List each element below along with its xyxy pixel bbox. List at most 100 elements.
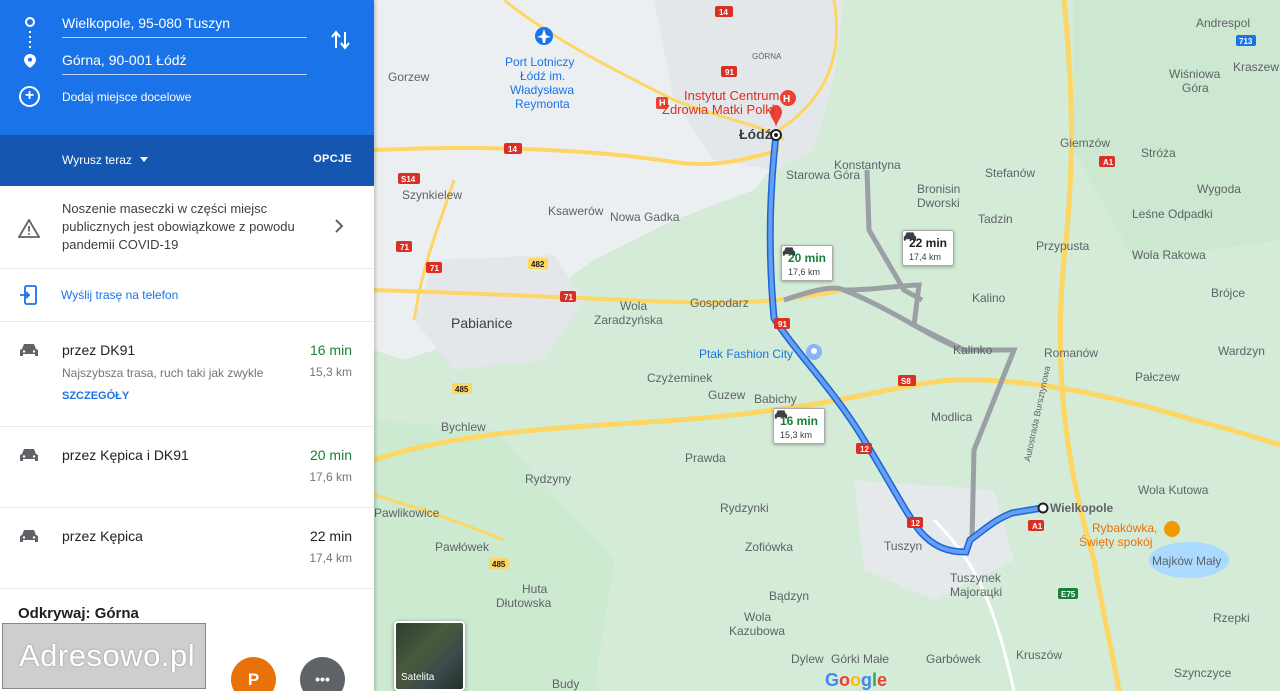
shopping-pin-dot	[811, 348, 817, 354]
place-label: Bychlew	[441, 420, 486, 434]
route-callout[interactable]: 22 min 17,4 km	[902, 230, 955, 266]
airport-label[interactable]: Władysława	[510, 83, 574, 97]
restaurant-icon[interactable]	[1164, 521, 1180, 537]
place-label: Kazubowa	[729, 624, 785, 638]
airport-label[interactable]: Łódź im.	[520, 69, 565, 83]
origin-input[interactable]: Wielkopole, 95-080 Tuszyn	[62, 12, 307, 38]
route-name: przez Kępica i DK91	[62, 447, 189, 463]
place-label: Stefanów	[985, 166, 1035, 180]
place-label: Kraszew	[1233, 60, 1279, 74]
explore-title: Odkrywaj: Górna	[18, 605, 139, 622]
place-label: Tadzin	[978, 212, 1013, 226]
logo-letter: G	[825, 670, 840, 690]
place-label: Kalinko	[953, 343, 993, 357]
road-number: 482	[531, 260, 545, 269]
road-number: 91	[778, 320, 787, 329]
place-label: Kruszów	[1016, 648, 1062, 662]
place-label: Wola Kutowa	[1138, 483, 1209, 497]
airport-label[interactable]: Reymonta	[515, 97, 570, 111]
route-name: przez DK91	[62, 342, 136, 358]
logo-letter: g	[861, 670, 873, 690]
place-label: Łódź	[739, 126, 772, 142]
route-callout[interactable]: 16 min 15,3 km	[773, 408, 826, 444]
watermark-text: Adresowo.pl	[19, 638, 196, 673]
place-label: Bronisin	[917, 182, 960, 196]
route-option[interactable]: przez DK91 16 min 15,3 km Najszybsza tra…	[0, 322, 374, 427]
road-number: 12	[911, 519, 920, 528]
road-number: A1	[1032, 522, 1043, 531]
warning-icon	[18, 219, 40, 238]
restaurant-label[interactable]: Rybakówka,	[1092, 521, 1157, 535]
route-option[interactable]: przez Kępica i DK91 20 min 17,6 km	[0, 427, 374, 508]
destination-input[interactable]: Górna, 90-001 Łódź	[62, 49, 307, 75]
district-label: GÓRNA	[752, 52, 782, 61]
place-label: Brójce	[1211, 286, 1245, 300]
more-button[interactable]: •••	[300, 657, 345, 691]
watermark: Adresowo.pl	[2, 623, 206, 689]
road-number: S8	[901, 377, 911, 386]
route-distance: 15,3 km	[309, 365, 352, 379]
destination-pin-icon	[24, 54, 36, 68]
directions-panel: Wielkopole, 95-080 Tuszyn Górna, 90-001 …	[0, 0, 374, 691]
place-label: Tuszyn	[884, 539, 922, 553]
place-label: Wola	[620, 299, 647, 313]
place-label: Andrespol	[1196, 16, 1250, 30]
route-details-link[interactable]: SZCZEGÓŁY	[62, 390, 129, 402]
route-option[interactable]: przez Kępica 22 min 17,4 km	[0, 508, 374, 589]
logo-letter: e	[877, 670, 888, 690]
road-number: 485	[455, 385, 469, 394]
route-callout[interactable]: 20 min 17,6 km	[781, 245, 834, 281]
place-label: Nowa Gadka	[610, 210, 680, 224]
map-canvas[interactable]: H H 14 91 14 S14 71 71 482 71 91 485 S8 …	[374, 0, 1280, 691]
road-number: 71	[400, 243, 409, 252]
depart-options-bar: Wyrusz teraz OPCJE	[0, 135, 374, 186]
place-label: Wardzyn	[1218, 344, 1265, 358]
place-label: Górki Małe	[831, 652, 889, 666]
route-name: przez Kępica	[62, 528, 143, 544]
add-destination-icon[interactable]: +	[19, 86, 40, 107]
place-label: Romanów	[1044, 346, 1098, 360]
place-label: Przypusta	[1036, 239, 1090, 253]
parking-button[interactable]: P	[231, 657, 276, 691]
car-icon	[903, 232, 917, 241]
route-distance: 17,4 km	[309, 551, 352, 565]
road-number: 485	[492, 560, 506, 569]
swap-directions-icon[interactable]	[330, 28, 352, 52]
shopping-label[interactable]: Ptak Fashion City	[699, 347, 793, 361]
place-label: Budy	[552, 677, 579, 691]
chevron-right-icon[interactable]	[334, 218, 344, 234]
place-label: Pawłówek	[435, 540, 490, 554]
add-destination-label[interactable]: Dodaj miejsce docelowe	[62, 90, 191, 104]
airport-label[interactable]: Port Lotniczy	[505, 55, 574, 69]
hospital-label[interactable]: Instytut Centrum	[684, 88, 779, 103]
place-label: Giemzów	[1060, 136, 1110, 150]
callout-distance: 15,3 km	[780, 430, 813, 440]
place-label: Dworski	[917, 196, 960, 210]
depart-now-dropdown[interactable]: Wyrusz teraz	[62, 153, 132, 167]
place-label: Garbówek	[926, 652, 982, 666]
covid-alert-text: Noszenie maseczki w części miejsc public…	[62, 201, 295, 252]
route-dots-icon	[29, 31, 31, 49]
road-number: A1	[1103, 158, 1114, 167]
place-label: Pałczew	[1135, 370, 1180, 384]
place-label: Rydzynki	[720, 501, 769, 515]
place-label: Góra	[1182, 81, 1209, 95]
place-label: Majków Mały	[1152, 554, 1221, 568]
road-number: 12	[860, 445, 869, 454]
send-to-phone-label[interactable]: Wyślij trasę na telefon	[61, 288, 178, 302]
route-distance: 17,6 km	[309, 470, 352, 484]
options-button[interactable]: OPCJE	[313, 153, 352, 165]
hospital-label[interactable]: Zdrowia Matki Polki	[662, 102, 775, 117]
restaurant-label[interactable]: Święty spokój	[1079, 534, 1152, 549]
covid-alert[interactable]: Noszenie maseczki w części miejsc public…	[0, 186, 374, 269]
send-to-phone-link[interactable]: Wyślij trasę na telefon	[0, 269, 374, 322]
place-label: Szynkielew	[402, 188, 462, 202]
place-label: Majorацki	[950, 585, 1002, 599]
place-label: Gorzew	[388, 70, 430, 84]
place-label: Modlica	[931, 410, 973, 424]
end-point[interactable]	[1037, 502, 1049, 514]
start-point-inner	[774, 133, 778, 137]
place-label: Rydzyny	[525, 472, 571, 486]
satellite-toggle-button[interactable]: Satelita	[394, 621, 465, 691]
caret-down-icon[interactable]	[140, 157, 148, 162]
